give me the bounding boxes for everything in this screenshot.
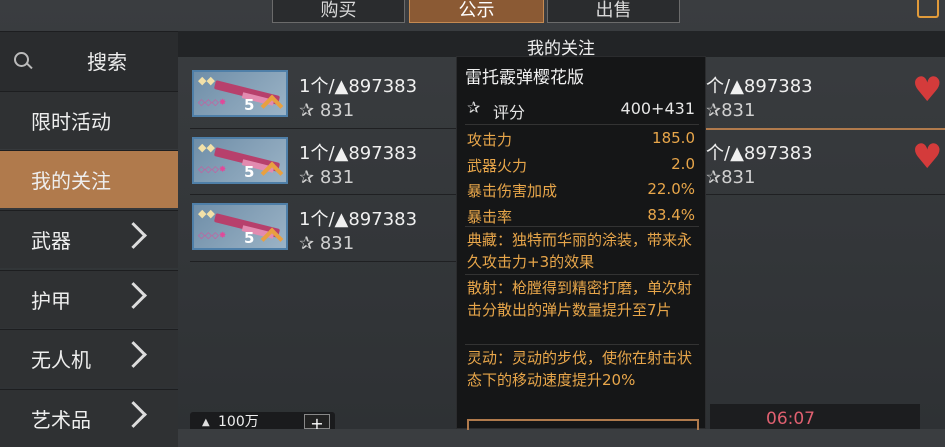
quality-dots-icon: ◇◇◇✸	[198, 165, 227, 175]
item-price: 个/▲897383	[706, 76, 813, 97]
item-price: 个/▲897383	[706, 143, 813, 164]
section-header: 我的关注	[178, 31, 945, 59]
weapon-thumbnail: ◆◆ ◇◇◇✸ 5	[192, 70, 288, 118]
item-level: 5	[244, 229, 255, 247]
rating-star-icon: ✰	[706, 167, 722, 188]
sidebar-item-label: 护甲	[31, 289, 71, 313]
stat-firepower: 武器火力 2.0	[467, 155, 695, 175]
score-label: 评分	[493, 103, 526, 122]
diamond-icon: ◆◆	[198, 141, 215, 154]
item-level: 5	[244, 96, 255, 114]
sidebar-item-drone[interactable]: 无人机	[0, 329, 178, 387]
rating-star-icon: ✰	[467, 98, 481, 117]
currency-icon: ▲	[202, 417, 210, 428]
item-name: 雷托霰弹樱花版	[465, 68, 584, 88]
quality-dots-icon: ◇◇◇✸	[198, 231, 227, 241]
search-label: 搜索	[87, 50, 127, 74]
list-item[interactable]: ◆◆ ◇◇◇✸ 5 1个/▲897383 ✰ 831	[192, 203, 454, 261]
stat-crit-damage: 暴击伤害加成 22.0%	[467, 180, 695, 200]
item-price: 1个/▲897383	[299, 143, 418, 164]
rating-star-icon: ✰	[299, 100, 320, 121]
favorite-heart-icon[interactable]: ♥	[912, 137, 942, 177]
sidebar-item-art[interactable]: 艺术品	[0, 389, 178, 447]
chevron-right-icon	[120, 401, 147, 428]
diamond-icon: ◆◆	[198, 207, 215, 220]
rating-star-icon: ✰	[299, 233, 320, 254]
chevron-right-icon	[120, 222, 147, 249]
diamond-icon: ◆◆	[198, 74, 215, 87]
timer-panel	[710, 404, 920, 429]
divider	[190, 128, 456, 129]
list-item[interactable]: 个/▲897383 ✰831 ♥	[690, 70, 942, 128]
weapon-thumbnail: ◆◆ ◇◇◇✸ 5	[192, 137, 288, 185]
popup-divider	[465, 226, 699, 227]
item-level: 5	[244, 163, 255, 181]
popup-divider	[465, 274, 699, 275]
item-price: 1个/▲897383	[299, 76, 418, 97]
list-item[interactable]: ◆◆ ◇◇◇✸ 5 1个/▲897383 ✰ 831	[192, 70, 454, 128]
timer: 06:07	[766, 409, 815, 429]
quantity-value: 100万	[218, 414, 259, 430]
list-item[interactable]: ◆◆ ◇◇◇✸ 5 1个/▲897383 ✰ 831	[192, 137, 454, 195]
sidebar-item-label: 无人机	[31, 348, 91, 372]
notes-icon[interactable]	[917, 0, 939, 18]
score-row: ✰ 评分 400+431	[465, 97, 699, 122]
rating-star-icon: ✰	[706, 100, 722, 121]
sidebar-item-limited-event[interactable]: 限时活动	[0, 91, 178, 149]
search-button[interactable]: 搜索	[0, 31, 178, 91]
favorite-heart-icon[interactable]: ♥	[912, 70, 942, 110]
tab-announce[interactable]: 公示	[409, 0, 544, 23]
rating-star-icon: ✰	[299, 167, 320, 188]
tab-buy[interactable]: 购买	[272, 0, 405, 23]
tab-sell[interactable]: 出售	[547, 0, 680, 23]
stat-attack: 攻击力 185.0	[467, 129, 695, 149]
perk-agile: 灵动：灵动的步伐，使你在射击状态下的移动速度提升20%	[467, 349, 693, 389]
sidebar-item-weapons[interactable]: 武器	[0, 210, 178, 268]
search-icon-handle	[26, 62, 33, 70]
chevron-right-icon	[120, 282, 147, 309]
quality-dots-icon: ◇◇◇✸	[198, 98, 227, 108]
popup-divider	[465, 344, 699, 345]
chevron-right-icon	[120, 341, 147, 368]
perk-scatter: 散射：枪膛得到精密打磨，单次射击分散出的弹片数量提升至7片	[467, 279, 693, 319]
popup-bottom-button[interactable]	[467, 419, 699, 430]
popup-divider	[465, 124, 699, 125]
add-button[interactable]: +	[304, 414, 330, 433]
divider	[190, 261, 456, 262]
item-detail-popup: 雷托霰弹樱花版 ✰ 评分 400+431 攻击力 185.0 武器火力 2.0 暴击…	[456, 56, 706, 430]
divider	[706, 194, 945, 195]
item-rating: ✰ 831	[299, 100, 355, 121]
divider	[706, 128, 945, 130]
perk-collection: 典藏：独特而华丽的涂装，带来永久攻击力+3的效果	[467, 231, 693, 271]
sidebar-item-label: 武器	[31, 229, 71, 253]
sidebar-item-label: 限时活动	[31, 110, 111, 134]
sidebar-item-label: 我的关注	[31, 169, 111, 193]
item-price: 1个/▲897383	[299, 209, 418, 230]
stat-crit-rate: 暴击率 83.4%	[467, 206, 695, 226]
item-rating: ✰ 831	[299, 167, 355, 188]
score-value: 400+431	[620, 99, 695, 118]
item-rating: ✰831	[706, 100, 756, 121]
list-item[interactable]: 个/▲897383 ✰831 ♥	[690, 137, 942, 195]
item-rating: ✰831	[706, 167, 756, 188]
weapon-thumbnail: ◆◆ ◇◇◇✸ 5	[192, 203, 288, 251]
item-rating: ✰ 831	[299, 233, 355, 254]
divider	[190, 194, 456, 195]
sidebar-item-my-follow[interactable]: 我的关注	[0, 150, 178, 208]
sidebar-item-armor[interactable]: 护甲	[0, 270, 178, 328]
